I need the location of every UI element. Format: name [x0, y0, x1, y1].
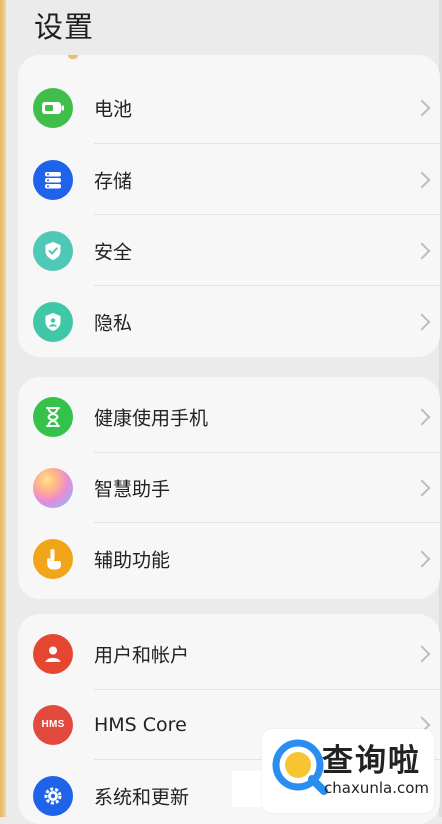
chevron-right-icon	[413, 408, 431, 425]
settings-item-label: 存储	[94, 170, 133, 192]
settings-item-label: 安全	[94, 241, 133, 263]
settings-item-users-accounts[interactable]: 用户和帐户	[18, 618, 440, 689]
settings-item-accessibility[interactable]: 辅助功能	[18, 523, 440, 594]
settings-group-1: 电池 存储 安全 隐私	[18, 55, 440, 357]
settings-item-privacy[interactable]: 隐私	[18, 286, 440, 357]
privacy-shield-icon	[33, 301, 73, 342]
hms-core-icon: HMS	[33, 704, 73, 745]
gear-icon	[33, 775, 73, 816]
left-edge-strip	[0, 0, 6, 817]
scrolled-item-hint	[68, 55, 78, 59]
battery-icon	[33, 87, 73, 128]
settings-item-label: 用户和帐户	[94, 644, 190, 666]
chevron-right-icon	[413, 550, 431, 567]
settings-item-storage[interactable]: 存储	[18, 144, 440, 215]
settings-group-2: 健康使用手机 智慧助手 辅助功能	[18, 377, 440, 599]
settings-item-label: 系统和更新	[94, 786, 190, 808]
settings-item-label: 电池	[94, 98, 133, 120]
chevron-right-icon	[413, 99, 431, 116]
settings-item-security[interactable]: 安全	[18, 215, 440, 286]
watermark-name: 查询啦	[322, 743, 421, 779]
storage-icon	[33, 159, 73, 200]
user-icon	[33, 633, 73, 674]
settings-item-digital-balance[interactable]: 健康使用手机	[18, 381, 440, 452]
hms-icon-text: HMS	[41, 719, 65, 730]
chevron-right-icon	[413, 242, 431, 259]
assistant-orb-icon	[33, 467, 73, 508]
chevron-right-icon	[413, 313, 431, 330]
settings-item-label: 智慧助手	[94, 478, 171, 500]
settings-item-battery[interactable]: 电池	[18, 72, 440, 143]
hourglass-icon	[33, 396, 73, 437]
chevron-right-icon	[413, 645, 431, 662]
shield-check-icon	[33, 230, 73, 271]
page-title: 设置	[34, 10, 95, 44]
settings-item-label: HMS Core	[94, 713, 187, 736]
settings-item-label: 辅助功能	[94, 549, 171, 571]
hand-tap-icon	[33, 538, 73, 579]
watermark-domain: chaxunla.com	[324, 779, 429, 797]
settings-item-label: 健康使用手机	[94, 407, 209, 429]
settings-item-label: 隐私	[94, 312, 133, 334]
settings-item-smart-assistant[interactable]: 智慧助手	[18, 452, 440, 523]
watermark: 查询啦 chaxunla.com	[262, 729, 434, 813]
chevron-right-icon	[413, 171, 431, 188]
chevron-right-icon	[413, 479, 431, 496]
